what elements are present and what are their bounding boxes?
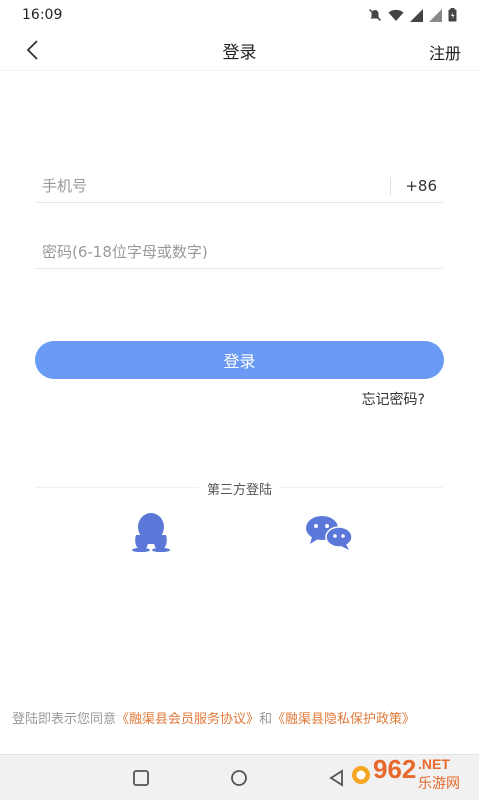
member-agreement-link[interactable]: 《融渠县会员服务协议》 bbox=[116, 712, 259, 727]
signal-icon-2 bbox=[429, 8, 442, 22]
register-button[interactable]: 注册 bbox=[429, 40, 461, 64]
wifi-icon bbox=[388, 9, 404, 21]
page-title: 登录 bbox=[222, 42, 257, 63]
password-input[interactable] bbox=[36, 243, 443, 261]
status-bar: 16:09 bbox=[0, 0, 479, 30]
home-icon[interactable] bbox=[229, 768, 249, 788]
password-field-row bbox=[36, 236, 443, 269]
watermark-sub: 乐游网 bbox=[418, 776, 460, 792]
third-party-label-text: 第三方登陆 bbox=[198, 483, 280, 498]
field-divider bbox=[390, 177, 392, 195]
wechat-icon[interactable] bbox=[304, 515, 354, 551]
recent-apps-icon[interactable] bbox=[131, 768, 151, 788]
agreement-prefix: 登陆即表示您同意 bbox=[12, 712, 117, 727]
back-arrow-icon[interactable] bbox=[22, 38, 46, 62]
forgot-password-link[interactable]: 忘记密码? bbox=[362, 389, 425, 409]
login-button[interactable]: 登录 bbox=[35, 341, 444, 379]
battery-icon bbox=[448, 8, 457, 22]
country-code-selector[interactable]: +86 bbox=[405, 177, 443, 195]
nav-bar: 登录 注册 bbox=[0, 30, 479, 71]
status-icons bbox=[368, 8, 457, 22]
phone-field-row: +86 bbox=[36, 170, 443, 203]
agreement-and: 和 bbox=[259, 712, 273, 727]
back-nav-icon[interactable] bbox=[327, 768, 347, 788]
qq-icon[interactable] bbox=[126, 512, 176, 552]
mute-icon bbox=[368, 8, 382, 22]
watermark-suffix: .NET bbox=[418, 756, 450, 772]
watermark-brand: 962 bbox=[373, 754, 416, 784]
watermark-logo: 962 .NET 乐游网 bbox=[352, 754, 460, 792]
status-time: 16:09 bbox=[22, 7, 63, 23]
signal-icon bbox=[410, 8, 423, 22]
phone-input[interactable] bbox=[36, 177, 391, 195]
agreement-text: 登陆即表示您同意《融渠县会员服务协议》和《融渠县隐私保护政策》 bbox=[12, 711, 467, 729]
privacy-policy-link[interactable]: 《融渠县隐私保护政策》 bbox=[272, 712, 415, 727]
third-party-label: 第三方登陆 bbox=[0, 479, 479, 498]
